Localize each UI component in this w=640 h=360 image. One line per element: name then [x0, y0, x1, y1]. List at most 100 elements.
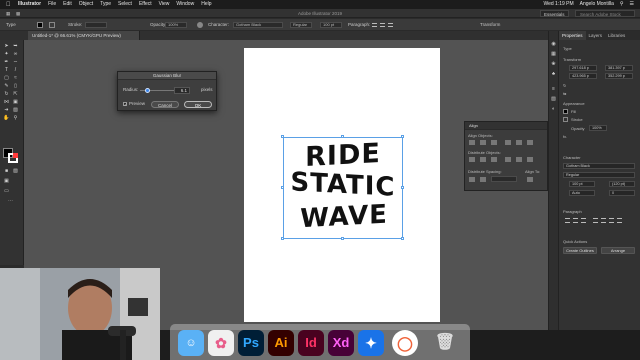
zoom-tool-icon[interactable]: ⚲ [12, 115, 19, 121]
menu-object[interactable]: Object [79, 0, 93, 9]
fx-button[interactable]: fx. [563, 134, 567, 139]
preview-checkbox[interactable]: ✓ [123, 102, 127, 107]
character-font-select[interactable]: Gotham Black [563, 163, 635, 169]
distribute-hspace-icon[interactable] [480, 177, 486, 182]
distribute-vcenter-icon[interactable] [480, 157, 486, 162]
ok-button[interactable]: OK [184, 101, 212, 108]
paragraph-align-left-icon[interactable] [565, 218, 570, 223]
resize-handle-bottom-right[interactable] [401, 237, 404, 240]
edit-toolbar-icon[interactable]: ⋯ [7, 198, 14, 204]
drawing-mode-icon[interactable]: ▣ [3, 178, 10, 184]
paragraph-justify-center-icon[interactable] [601, 218, 606, 223]
align-horizontal-center-icon[interactable] [480, 140, 486, 145]
creative-cloud-icon[interactable]: ◯ [392, 330, 418, 356]
scale-tool-icon[interactable]: ⇱ [12, 91, 19, 97]
rotate-tool-icon[interactable]: ↻ [3, 91, 10, 97]
paragraph-label[interactable]: Paragraph: [348, 19, 370, 31]
indesign-icon[interactable]: Id [298, 330, 324, 356]
font-family-select[interactable]: Gotham Black [233, 22, 283, 28]
menu-file[interactable]: File [48, 0, 56, 9]
gradient-panel-icon[interactable]: ▧ [550, 96, 557, 102]
document-tab[interactable]: Untitled-1* @ 66.61% (CMYK/GPU Preview) [28, 31, 140, 40]
paragraph-justify-left-icon[interactable] [593, 218, 598, 223]
resize-handle-right[interactable] [401, 186, 404, 189]
transparency-panel-icon[interactable]: ◐ [550, 106, 557, 112]
brushes-panel-icon[interactable]: ❀ [550, 61, 557, 67]
gradient-mode-icon[interactable]: ▧ [12, 168, 19, 174]
type-tool-icon[interactable]: T [3, 67, 10, 73]
arrange-button[interactable]: Arrange [601, 247, 635, 254]
radius-input[interactable]: 6.1 [174, 87, 190, 94]
align-vertical-center-icon[interactable] [516, 140, 522, 145]
screen-mode-icon[interactable]: ▭ [3, 188, 10, 194]
resize-handle-bottom[interactable] [341, 237, 344, 240]
none-swatch-icon[interactable] [13, 153, 18, 158]
menu-view[interactable]: View [159, 0, 170, 9]
width-input[interactable]: 423.965 p [569, 73, 597, 79]
character-kerning-input[interactable]: Auto [569, 190, 595, 196]
appearance-stroke-swatch[interactable] [563, 117, 568, 122]
menu-select[interactable]: Select [118, 0, 132, 9]
distribute-vspace-icon[interactable] [469, 177, 475, 182]
workspace-switcher[interactable]: Essentials [540, 10, 569, 17]
color-mode-icon[interactable]: ■ [3, 168, 10, 174]
line-tool-icon[interactable]: / [12, 67, 19, 73]
free-transform-tool-icon[interactable]: ▣ [12, 99, 19, 105]
paragraph-justify-all-icon[interactable] [617, 218, 622, 223]
apple-menu-icon[interactable]:  [6, 2, 12, 8]
user-name[interactable]: Angelo Montilla [580, 0, 614, 9]
finder-icon[interactable]: ☺ [178, 330, 204, 356]
lasso-tool-icon[interactable]: ∞ [12, 51, 19, 57]
distribute-bottom-icon[interactable] [491, 157, 497, 162]
align-center-icon[interactable] [380, 23, 385, 27]
paragraph-justify-right-icon[interactable] [609, 218, 614, 223]
stroke-panel-icon[interactable]: ≡ [550, 86, 557, 92]
color-panel-icon[interactable]: ◉ [550, 41, 557, 47]
distribute-left-icon[interactable] [505, 157, 511, 162]
eyedropper-tool-icon[interactable]: ➜ [3, 107, 10, 113]
magic-wand-icon[interactable]: ✦ [3, 51, 10, 57]
photoshop-icon[interactable]: Ps [238, 330, 264, 356]
height-input[interactable]: 352.299 p [605, 73, 633, 79]
resize-handle-bottom-left[interactable] [281, 237, 284, 240]
menu-app[interactable]: Illustrator [18, 0, 41, 9]
menu-effect[interactable]: Effect [139, 0, 152, 9]
illustrator-icon[interactable]: Ai [268, 330, 294, 356]
tab-layers[interactable]: Layers [586, 31, 606, 40]
character-label[interactable]: Character: [208, 19, 229, 31]
menu-type[interactable]: Type [100, 0, 111, 9]
pencil-tool-icon[interactable]: ✎ [3, 83, 10, 89]
selection-bounding-box[interactable] [283, 137, 403, 239]
y-input[interactable]: 381.397 p [605, 65, 633, 71]
character-tracking-input[interactable]: 0 [609, 190, 635, 196]
tab-properties[interactable]: Properties [559, 31, 586, 40]
rectangle-tool-icon[interactable]: ▢ [3, 75, 10, 81]
stroke-weight-input[interactable] [85, 22, 107, 28]
direct-selection-tool-icon[interactable]: ➥ [12, 43, 19, 49]
align-bottom-edge-icon[interactable] [527, 140, 533, 145]
clock[interactable]: Wed 1:19 PM [543, 0, 573, 9]
photos-icon[interactable]: ✿ [208, 330, 234, 356]
resize-handle-top-left[interactable] [281, 135, 284, 138]
menu-list-icon[interactable]: ☰ [630, 0, 634, 9]
hand-tool-icon[interactable]: ✋ [3, 115, 10, 121]
recolor-icon[interactable] [197, 22, 203, 28]
trash-icon[interactable]: 🗑 [432, 330, 458, 356]
font-style-select[interactable]: Regular [290, 22, 312, 28]
spotlight-search-icon[interactable]: ⚲ [620, 0, 624, 9]
resize-handle-top[interactable] [341, 135, 344, 138]
stroke-swatch[interactable] [49, 22, 55, 28]
paragraph-align-right-icon[interactable] [581, 218, 586, 223]
radius-slider-knob[interactable] [144, 88, 150, 93]
tab-libraries[interactable]: Libraries [605, 31, 628, 40]
resize-handle-top-right[interactable] [401, 135, 404, 138]
stock-search-input[interactable]: Search Adobe Stock [575, 10, 635, 17]
x-input[interactable]: 297.618 p [569, 65, 597, 71]
align-right-edge-icon[interactable] [491, 140, 497, 145]
xd-icon[interactable]: Xd [328, 330, 354, 356]
pen-tool-icon[interactable]: ✒ [3, 59, 10, 65]
create-outlines-button[interactable]: Create Outlines [563, 247, 597, 254]
gradient-tool-icon[interactable]: ▧ [12, 107, 19, 113]
character-size-input[interactable]: 100 pt [569, 181, 595, 187]
cancel-button[interactable]: Cancel [151, 101, 179, 108]
